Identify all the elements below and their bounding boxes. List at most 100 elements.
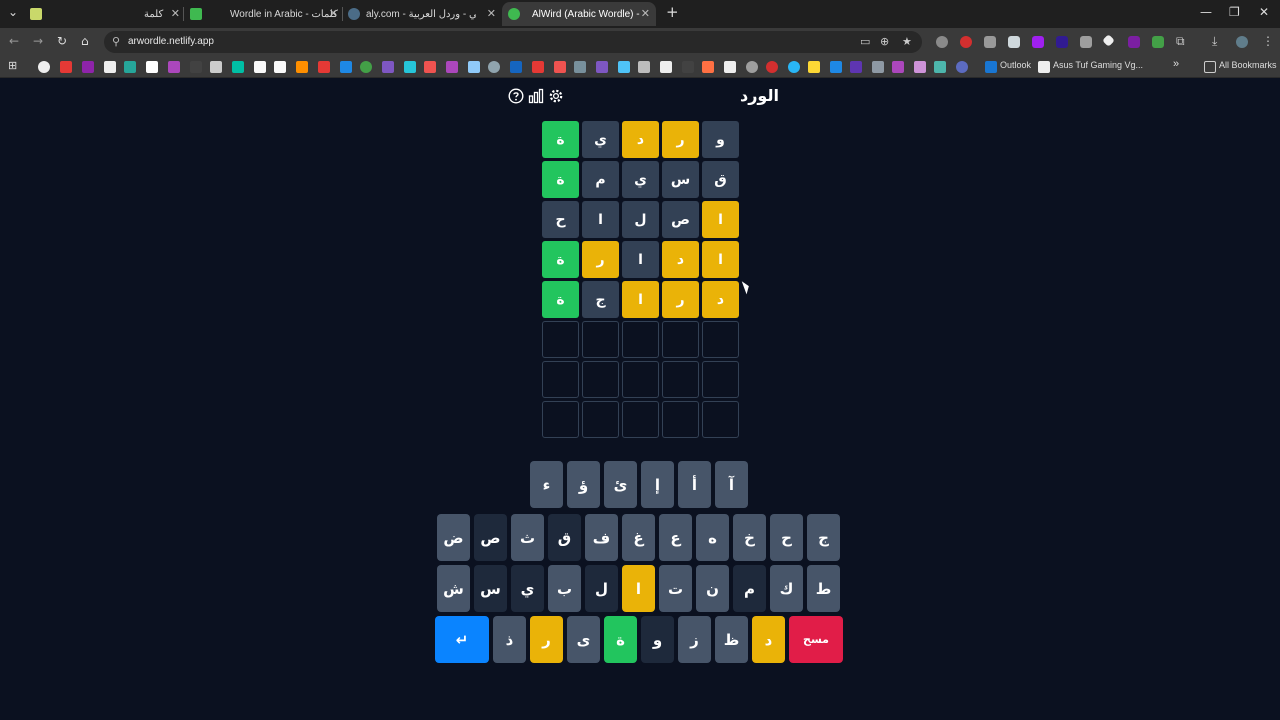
key-ذ[interactable]: ذ: [493, 616, 526, 663]
amazon-icon[interactable]: [1038, 61, 1050, 73]
cast-icon[interactable]: ▭: [860, 35, 870, 48]
bookmark-icon[interactable]: [702, 61, 714, 73]
bookmark-icon[interactable]: [488, 61, 500, 73]
key-ء[interactable]: ء: [530, 461, 563, 508]
close-icon[interactable]: ✕: [171, 7, 180, 20]
key-ض[interactable]: ض: [437, 514, 470, 561]
bookmark-icon[interactable]: [746, 61, 758, 73]
enter-key[interactable]: ↵: [435, 616, 489, 663]
bookmark-icon[interactable]: [318, 61, 330, 73]
bookmark-icon[interactable]: [892, 61, 904, 73]
key-ل[interactable]: ل: [585, 565, 618, 612]
forward-icon[interactable]: →: [33, 34, 43, 48]
key-ك[interactable]: ك: [770, 565, 803, 612]
extension-icon[interactable]: [1102, 34, 1115, 47]
key-ش[interactable]: ش: [437, 565, 470, 612]
delete-key[interactable]: مسح: [789, 616, 843, 663]
site-info-icon[interactable]: ⚲: [112, 35, 120, 48]
key-ع[interactable]: ع: [659, 514, 692, 561]
stats-icon[interactable]: [528, 88, 544, 104]
bookmark-icon[interactable]: [190, 61, 202, 73]
key-غ[interactable]: غ: [622, 514, 655, 561]
bookmark-icon[interactable]: [766, 61, 778, 73]
key-إ[interactable]: إ: [641, 461, 674, 508]
bookmark-icon[interactable]: [446, 61, 458, 73]
mute-icon[interactable]: [1080, 36, 1092, 48]
bookmark-outlook[interactable]: Outlook: [1000, 60, 1031, 70]
bookmark-icon[interactable]: [660, 61, 672, 73]
profile-avatar[interactable]: [1236, 36, 1248, 48]
key-ؤ[interactable]: ؤ: [567, 461, 600, 508]
bookmark-icon[interactable]: [404, 61, 416, 73]
bookmark-icon[interactable]: [574, 61, 586, 73]
extension-icon[interactable]: [936, 36, 948, 48]
more-bookmarks-icon[interactable]: »: [1173, 58, 1179, 70]
extension-icon[interactable]: [1128, 36, 1140, 48]
bookmark-icon[interactable]: [254, 61, 266, 73]
key-ف[interactable]: ف: [585, 514, 618, 561]
bookmark-icon[interactable]: [82, 61, 94, 73]
key-ق[interactable]: ق: [548, 514, 581, 561]
bookmark-icon[interactable]: [468, 61, 480, 73]
key-ر[interactable]: ر: [530, 616, 563, 663]
key-ا[interactable]: ا: [622, 565, 655, 612]
new-tab-icon[interactable]: +: [666, 3, 679, 21]
close-window-icon[interactable]: ✕: [1259, 5, 1269, 19]
key-ت[interactable]: ت: [659, 565, 692, 612]
bookmark-icon[interactable]: [532, 61, 544, 73]
tab-search-icon[interactable]: ⌄: [8, 5, 18, 19]
key-م[interactable]: م: [733, 565, 766, 612]
bookmark-icon[interactable]: [830, 61, 842, 73]
tab-kalmali[interactable]: aly.com - كلمالي - وردل العربية ✕: [348, 2, 496, 26]
extension-icon[interactable]: [1008, 36, 1020, 48]
bookmark-icon[interactable]: [788, 61, 800, 73]
zoom-icon[interactable]: ⊕: [880, 35, 889, 48]
extensions-puzzle-icon[interactable]: ⧉: [1176, 34, 1185, 49]
bookmark-icon[interactable]: [60, 61, 72, 73]
globe-icon[interactable]: [956, 61, 968, 73]
bookmark-icon[interactable]: [510, 61, 522, 73]
bookmark-icon[interactable]: [618, 61, 630, 73]
reload-icon[interactable]: ↻: [57, 34, 67, 48]
bookmark-icon[interactable]: [232, 61, 244, 73]
restore-icon[interactable]: ❐: [1229, 5, 1240, 19]
extension-icon[interactable]: [1056, 36, 1068, 48]
key-ه[interactable]: ه: [696, 514, 729, 561]
bookmark-icon[interactable]: [382, 61, 394, 73]
minimize-icon[interactable]: —: [1200, 5, 1212, 19]
bookmark-icon[interactable]: [360, 61, 372, 73]
help-icon[interactable]: [508, 88, 524, 104]
bookmark-icon[interactable]: [274, 61, 286, 73]
tab-kalima[interactable]: كلمة ✕: [30, 2, 180, 26]
key-خ[interactable]: خ: [733, 514, 766, 561]
close-icon[interactable]: ✕: [329, 7, 338, 20]
key-ط[interactable]: ط: [807, 565, 840, 612]
bookmark-icon[interactable]: [596, 61, 608, 73]
bookmark-icon[interactable]: [124, 61, 136, 73]
back-icon[interactable]: ←: [9, 34, 19, 48]
tab-wordle-arabic[interactable]: Wordle in Arabic - كلمات ✕: [190, 2, 338, 26]
menu-icon[interactable]: ⋮: [1262, 34, 1274, 48]
key-ب[interactable]: ب: [548, 565, 581, 612]
bookmark-icon[interactable]: [296, 61, 308, 73]
key-ة[interactable]: ة: [604, 616, 637, 663]
bookmark-star-icon[interactable]: ★: [902, 35, 912, 48]
key-س[interactable]: س: [474, 565, 507, 612]
bookmark-icon[interactable]: [724, 61, 736, 73]
gear-icon[interactable]: [548, 88, 564, 104]
close-icon[interactable]: ✕: [641, 7, 650, 20]
bookmark-icon[interactable]: [914, 61, 926, 73]
key-ى[interactable]: ى: [567, 616, 600, 663]
extension-icon[interactable]: [1032, 36, 1044, 48]
address-bar[interactable]: ⚲ arwordle.netlify.app ▭ ⊕ ★: [104, 31, 922, 53]
bookmark-icon[interactable]: [682, 61, 694, 73]
bookmark-icon[interactable]: [808, 61, 820, 73]
key-أ[interactable]: أ: [678, 461, 711, 508]
bookmark-icon[interactable]: [168, 61, 180, 73]
key-ئ[interactable]: ئ: [604, 461, 637, 508]
key-ج[interactable]: ج: [807, 514, 840, 561]
home-icon[interactable]: ⌂: [81, 34, 89, 48]
bookmark-icon[interactable]: [210, 61, 222, 73]
bookmark-icon[interactable]: [38, 61, 50, 73]
key-د[interactable]: د: [752, 616, 785, 663]
